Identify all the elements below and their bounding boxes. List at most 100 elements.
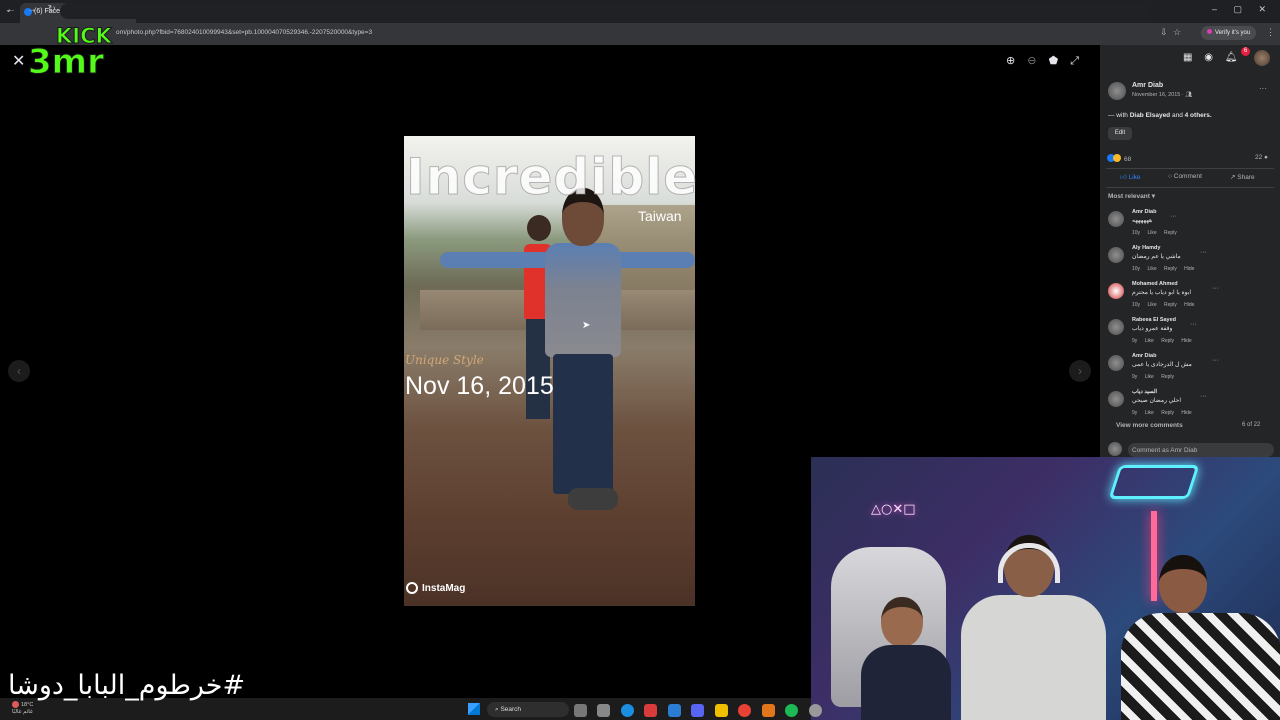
commenter-name[interactable]: السيد دياب xyxy=(1132,389,1157,395)
verify-profile-button[interactable]: Verify it's you xyxy=(1201,26,1257,40)
taskbar-apps xyxy=(574,702,828,720)
account-avatar[interactable] xyxy=(1254,50,1270,66)
share-label: Share xyxy=(1237,174,1255,181)
commenter-avatar[interactable] xyxy=(1108,319,1124,335)
photo-date-text: Nov 16, 2015 xyxy=(405,372,554,400)
photo-style-text: Unique Style xyxy=(405,353,484,367)
window-controls[interactable]: – ▢ ✕ xyxy=(1212,4,1266,15)
tagged-name-link[interactable]: Diab Elsayed xyxy=(1130,112,1170,119)
like-button[interactable]: 👍︎ Like xyxy=(1120,173,1141,181)
viewer-toolbar[interactable]: ⊕ ⊖ ⬟ ⤢ xyxy=(1006,54,1079,68)
comment-actions[interactable]: 9y Like Reply xyxy=(1132,374,1174,380)
commenter-name[interactable]: Rabeea El Sayed xyxy=(1132,317,1176,323)
share-count[interactable]: 22 ● xyxy=(1255,154,1268,161)
comment-more-icon[interactable]: ··· xyxy=(1170,213,1177,220)
playstation-neon-sign-icon: △○✕□ xyxy=(871,502,916,517)
reactions-summary[interactable]: 68 xyxy=(1107,154,1131,163)
vlc-icon[interactable] xyxy=(761,704,775,718)
windows-start-icon[interactable] xyxy=(468,703,480,715)
taskbar-search[interactable]: ⌕ Search xyxy=(487,702,569,717)
zoom-out-icon[interactable]: ⊖ xyxy=(1027,55,1036,67)
close-icon[interactable]: ✕ xyxy=(12,51,25,71)
post-date[interactable]: November 16, 2015 · 👥︎ xyxy=(1132,92,1192,98)
commenter-name[interactable]: Mohamed Ahmed xyxy=(1132,281,1178,287)
share-count-text: 22 xyxy=(1255,154,1263,161)
comment-button[interactable]: ○ Comment xyxy=(1168,173,1202,180)
comment-actions[interactable]: 10y Like Reply Hide xyxy=(1132,266,1194,272)
store-icon[interactable] xyxy=(644,704,658,718)
webcam-person-child xyxy=(841,597,951,720)
stream-hashtag-text: #خرطوم_البابا_دوشا xyxy=(8,670,246,701)
notifications-bell-icon[interactable]: 🔔︎ xyxy=(1225,52,1238,63)
comment-actions[interactable]: 10y Like Reply xyxy=(1132,230,1177,236)
tagged-suffix: and xyxy=(1171,112,1183,119)
mouse-cursor-icon: ➤ xyxy=(582,320,591,331)
facebook-top-icons[interactable]: ▦ ◉ 🔔︎ xyxy=(1183,52,1237,63)
comment-more-icon[interactable]: ··· xyxy=(1190,321,1197,328)
commenter-avatar[interactable] xyxy=(1108,391,1124,407)
kick-3mr-logo: KICK 3mr xyxy=(28,24,120,83)
weather-temp: 18°C xyxy=(21,701,34,708)
chrome-icon[interactable] xyxy=(738,704,752,718)
commenter-name[interactable]: Amr Diab xyxy=(1132,353,1156,359)
commenter-avatar[interactable] xyxy=(1108,247,1124,263)
menu-grid-icon[interactable]: ▦ xyxy=(1183,52,1192,63)
notification-badge: 6 xyxy=(1241,47,1250,56)
zoom-in-icon[interactable]: ⊕ xyxy=(1006,55,1015,67)
edge-icon[interactable] xyxy=(620,704,634,718)
divider xyxy=(1106,168,1274,169)
verify-label: Verify it's you xyxy=(1215,30,1251,36)
post-author-avatar[interactable] xyxy=(1108,82,1126,100)
reaction-count: 68 xyxy=(1124,156,1132,163)
comment-text: احلي رمضان صيحي xyxy=(1132,398,1182,404)
photo-location-text: Taiwan xyxy=(638,208,682,224)
search-label: Search xyxy=(500,706,522,713)
url-field[interactable] xyxy=(60,3,1150,19)
comment-label: Comment xyxy=(1173,173,1202,180)
discord-icon[interactable] xyxy=(691,704,705,718)
comment-input[interactable] xyxy=(1128,443,1274,457)
weather-widget[interactable]: 18°C غائم غالبًا xyxy=(12,701,33,716)
comment-actions[interactable]: 10y Like Reply Hide xyxy=(1132,302,1194,308)
comment-item: Rabeea El Sayed وقفة عمرو دياب 9y Like R… xyxy=(1108,317,1274,353)
commenter-name[interactable]: Amr Diab xyxy=(1132,209,1156,215)
comment-sort-dropdown[interactable]: Most relevant ▾ xyxy=(1108,192,1155,200)
spotify-icon[interactable] xyxy=(785,704,799,718)
comment-item: Mohamed Ahmed ابوة يا ابو دياب يا محترم … xyxy=(1108,281,1274,317)
comment-item: Amr Diab مش ل الدرجادى يا عمى 9y Like Re… xyxy=(1108,353,1274,389)
obs-icon[interactable] xyxy=(808,704,822,718)
commenter-name[interactable]: Aly Hamdy xyxy=(1132,245,1160,251)
next-photo-button[interactable]: › xyxy=(1069,360,1091,382)
post-author-name[interactable]: Amr Diab xyxy=(1132,82,1163,89)
like-label: Like xyxy=(1128,174,1141,181)
edit-button[interactable]: Edit xyxy=(1108,127,1132,140)
fullscreen-icon[interactable]: ⤢ xyxy=(1070,55,1079,67)
comment-more-icon[interactable]: ··· xyxy=(1200,393,1207,400)
comment-more-icon[interactable]: ··· xyxy=(1200,249,1207,256)
comment-bubble-icon: ○ xyxy=(1168,173,1172,180)
widgets-icon[interactable] xyxy=(597,704,611,718)
share-button[interactable]: ↗ Share xyxy=(1230,173,1255,181)
previous-photo-button[interactable]: ‹ xyxy=(8,360,30,382)
comment-actions[interactable]: 9y Like Reply Hide xyxy=(1132,410,1192,416)
commenter-avatar[interactable] xyxy=(1108,211,1124,227)
navigation-buttons[interactable]: ← → ↻ xyxy=(6,4,56,15)
comment-count: 6 of 22 xyxy=(1242,422,1261,428)
post-more-icon[interactable]: ··· xyxy=(1259,84,1267,93)
comment-actions[interactable]: 9y Like Reply Hide xyxy=(1132,338,1192,344)
commenter-avatar[interactable] xyxy=(1108,283,1124,299)
view-more-comments-link[interactable]: View more comments xyxy=(1116,422,1183,429)
comment-more-icon[interactable]: ··· xyxy=(1212,357,1219,364)
url-text[interactable]: om/photo.php?fbid=768024010099943&set=pb… xyxy=(116,29,372,36)
comment-more-icon[interactable]: ··· xyxy=(1212,285,1219,292)
messenger-icon[interactable]: ◉ xyxy=(1204,52,1213,63)
file-explorer-icon[interactable] xyxy=(714,704,728,718)
browser-menu-icon[interactable]: ⋮ xyxy=(1266,27,1275,38)
task-view-icon[interactable] xyxy=(574,704,587,718)
tagged-others-link[interactable]: 4 others. xyxy=(1185,112,1212,119)
tag-icon[interactable]: ⬟ xyxy=(1049,55,1059,67)
mail-icon[interactable] xyxy=(667,704,681,718)
commenter-avatar[interactable] xyxy=(1108,355,1124,371)
install-bookmark-icons[interactable]: ⇩ ☆ xyxy=(1160,27,1181,38)
audience-friends-icon[interactable]: 👥︎ xyxy=(1185,92,1192,98)
